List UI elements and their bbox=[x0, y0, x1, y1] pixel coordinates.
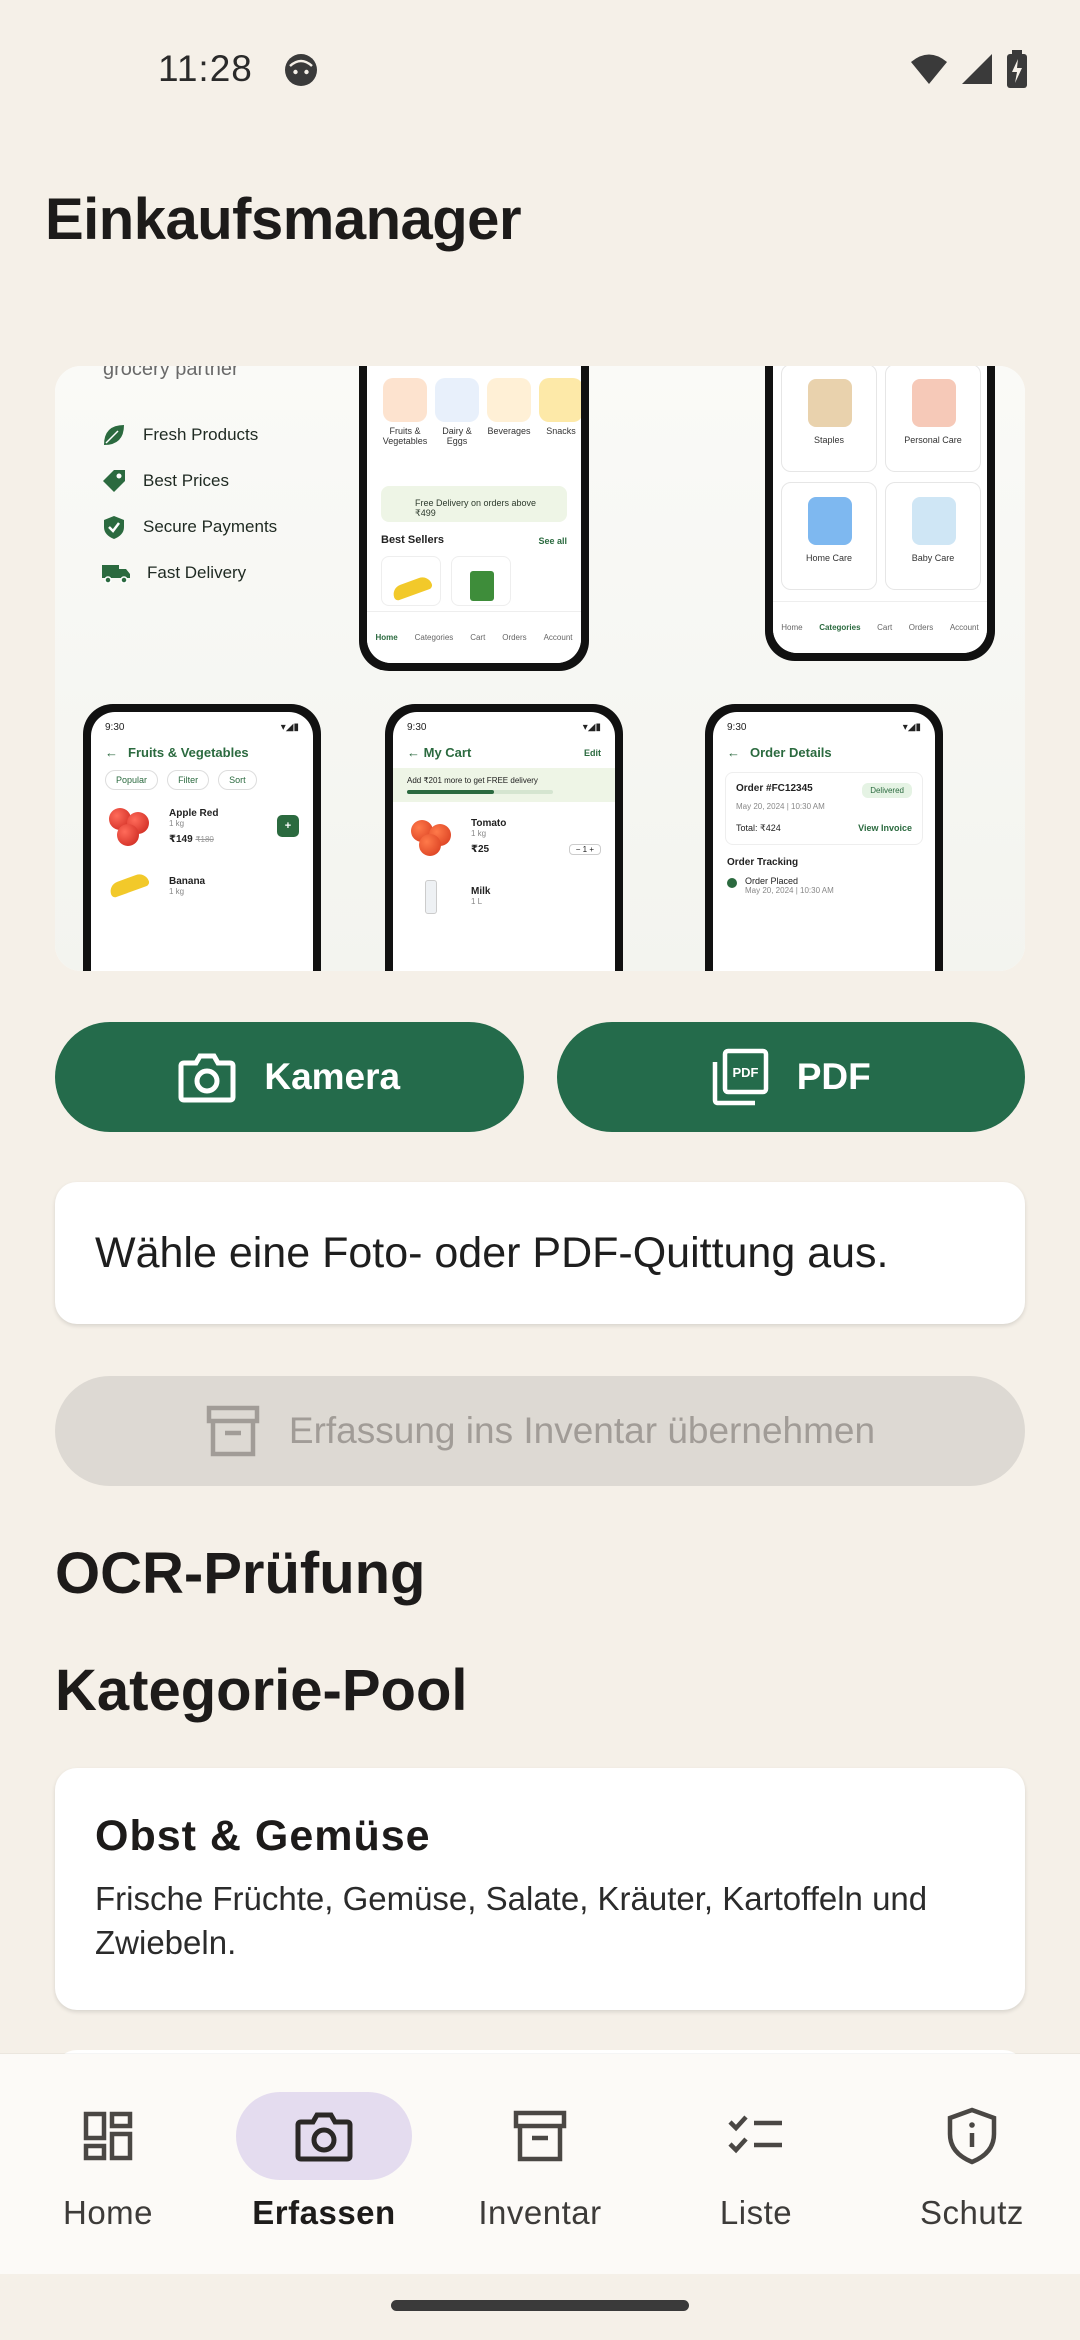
status-time: 11:28 bbox=[158, 48, 253, 89]
order-summary: Order #FC12345 Delivered May 20, 2024 | 1… bbox=[725, 772, 923, 845]
hero-partner-text: grocery partner bbox=[103, 366, 239, 380]
best-sellers-heading: Best Sellers bbox=[381, 534, 444, 546]
feature-item: Fast Delivery bbox=[101, 550, 277, 596]
leaf-icon bbox=[104, 425, 124, 445]
category-card[interactable]: Obst & Gemüse Frische Früchte, Gemüse, S… bbox=[55, 1768, 1025, 2010]
category-pool-heading: Kategorie-Pool bbox=[55, 1658, 468, 1723]
status-bar: 11:28 bbox=[0, 0, 1080, 140]
pdf-button[interactable]: PDF PDF bbox=[556, 1022, 1025, 1132]
phone-order-screen: 9:30 ▾◢▮ ← Order Details Order #FC12345 Del… bbox=[705, 704, 943, 971]
ocr-review-heading: OCR-Prüfung bbox=[55, 1541, 426, 1606]
nav-item-home[interactable]: Home bbox=[8, 2054, 208, 2232]
categories-mini-nav: Home Categories Cart Orders Account bbox=[773, 601, 987, 653]
category-tile: Baby Care bbox=[885, 482, 981, 590]
feature-item: Best Prices bbox=[101, 458, 277, 504]
nav-label-liste: Liste bbox=[719, 2194, 793, 2231]
dashboard-icon bbox=[83, 2111, 133, 2161]
fruits-title: ← Fruits & Vegetables bbox=[105, 745, 249, 760]
archive-icon bbox=[513, 2110, 567, 2162]
phone-fruits-screen: 9:30 ▾◢▮ ← Fruits & Vegetables Popular Fil… bbox=[83, 704, 321, 971]
camera-icon bbox=[295, 2112, 353, 2162]
archive-icon bbox=[206, 1405, 260, 1457]
feature-item: Fresh Products bbox=[101, 412, 277, 458]
wifi-icon bbox=[911, 54, 947, 84]
battery-charging-icon bbox=[1007, 50, 1027, 88]
commit-button-label: Erfassung ins Inventar übernehmen bbox=[288, 1410, 876, 1451]
shield-check-icon bbox=[104, 516, 124, 539]
truck-icon bbox=[102, 565, 130, 584]
order-title: ← Order Details bbox=[727, 745, 832, 760]
phone-cart-screen: 9:30 ▾◢▮ ← My Cart Edit Add ₹201 more to g… bbox=[385, 704, 623, 971]
checklist-icon bbox=[728, 2115, 782, 2154]
see-all-link: See all bbox=[538, 536, 567, 546]
category-tile: Home Care bbox=[781, 482, 877, 590]
product-row: Banana 1 kg bbox=[91, 856, 313, 916]
gesture-handle[interactable] bbox=[391, 2300, 689, 2311]
signal-icon bbox=[962, 54, 992, 84]
home-mini-nav: Home Categories Cart Orders Account bbox=[367, 611, 581, 663]
receipt-info-text: Wähle eine Foto- oder PDF-Quittung aus. bbox=[95, 1228, 889, 1277]
phone-home-screen: Fruits & Vegetables Dairy & Eggs Beverag… bbox=[359, 366, 589, 671]
receipt-info-card: Wähle eine Foto- oder PDF-Quittung aus. bbox=[55, 1182, 1025, 1324]
commit-to-inventory-button[interactable]: Erfassung ins Inventar übernehmen bbox=[55, 1376, 1025, 1486]
cart-row: Tomato 1 kg ₹25− 1 + bbox=[393, 806, 615, 866]
home-category: Beverages bbox=[485, 378, 533, 436]
app-title: Einkaufsmanager bbox=[45, 187, 522, 252]
category-tile: Staples bbox=[781, 366, 877, 472]
home-promo: Free Delivery on orders above ₹499 bbox=[381, 486, 567, 522]
nav-label-schutz: Schutz bbox=[920, 2194, 1024, 2231]
product-row: Apple Red 1 kg ₹149 ₹180 + bbox=[91, 796, 313, 856]
order-tracking-step: Order Placed May 20, 2024 | 10:30 AM bbox=[713, 876, 935, 895]
camera-icon bbox=[178, 1053, 236, 1103]
cart-promo: Add ₹201 more to get FREE delivery bbox=[393, 768, 615, 802]
notification-face-icon bbox=[285, 54, 317, 86]
tag-icon bbox=[103, 470, 125, 492]
nav-item-erfassen[interactable]: Erfassen bbox=[224, 2054, 424, 2232]
home-category: Dairy & Eggs bbox=[433, 378, 481, 446]
cart-row: Milk 1 L bbox=[393, 866, 615, 926]
home-category: Snacks bbox=[537, 378, 581, 436]
feature-item: Secure Payments bbox=[101, 504, 277, 550]
phone-categories-screen: Staples Personal Care Home Care Baby Car… bbox=[765, 366, 995, 661]
capture-button-row: Kamera PDF PDF bbox=[55, 1022, 1025, 1132]
nav-label-home: Home bbox=[62, 2194, 154, 2231]
category-tile: Personal Care bbox=[885, 366, 981, 472]
nav-label-inventar: Inventar bbox=[478, 2194, 602, 2231]
svg-text:PDF: PDF bbox=[732, 1065, 758, 1080]
feature-list: Fresh Products Best Prices Secure Paymen… bbox=[101, 412, 277, 596]
pdf-icon: PDF bbox=[712, 1048, 768, 1106]
home-category: Fruits & Vegetables bbox=[381, 378, 429, 446]
order-tracking-heading: Order Tracking bbox=[727, 857, 799, 868]
nav-label-erfassen: Erfassen bbox=[252, 2194, 396, 2231]
camera-button[interactable]: Kamera bbox=[55, 1022, 524, 1132]
pdf-button-label: PDF bbox=[796, 1056, 871, 1097]
nav-item-schutz[interactable]: Schutz bbox=[872, 2054, 1072, 2232]
nav-item-inventar[interactable]: Inventar bbox=[440, 2054, 640, 2232]
camera-button-label: Kamera bbox=[264, 1056, 401, 1097]
cart-title: ← My Cart Edit bbox=[407, 745, 601, 760]
shield-info-icon bbox=[947, 2107, 997, 2165]
bottom-navigation: Home Erfassen Inventar Liste Schutz bbox=[0, 2054, 1080, 2274]
category-card-title: Obst & Gemüse bbox=[95, 1812, 431, 1860]
hero-image: grocery partner Fresh Products Best Pric… bbox=[55, 366, 1025, 971]
nav-item-liste[interactable]: Liste bbox=[656, 2054, 856, 2232]
category-card-description: Frische Früchte, Gemüse, Salate, Kräuter… bbox=[95, 1880, 928, 1961]
